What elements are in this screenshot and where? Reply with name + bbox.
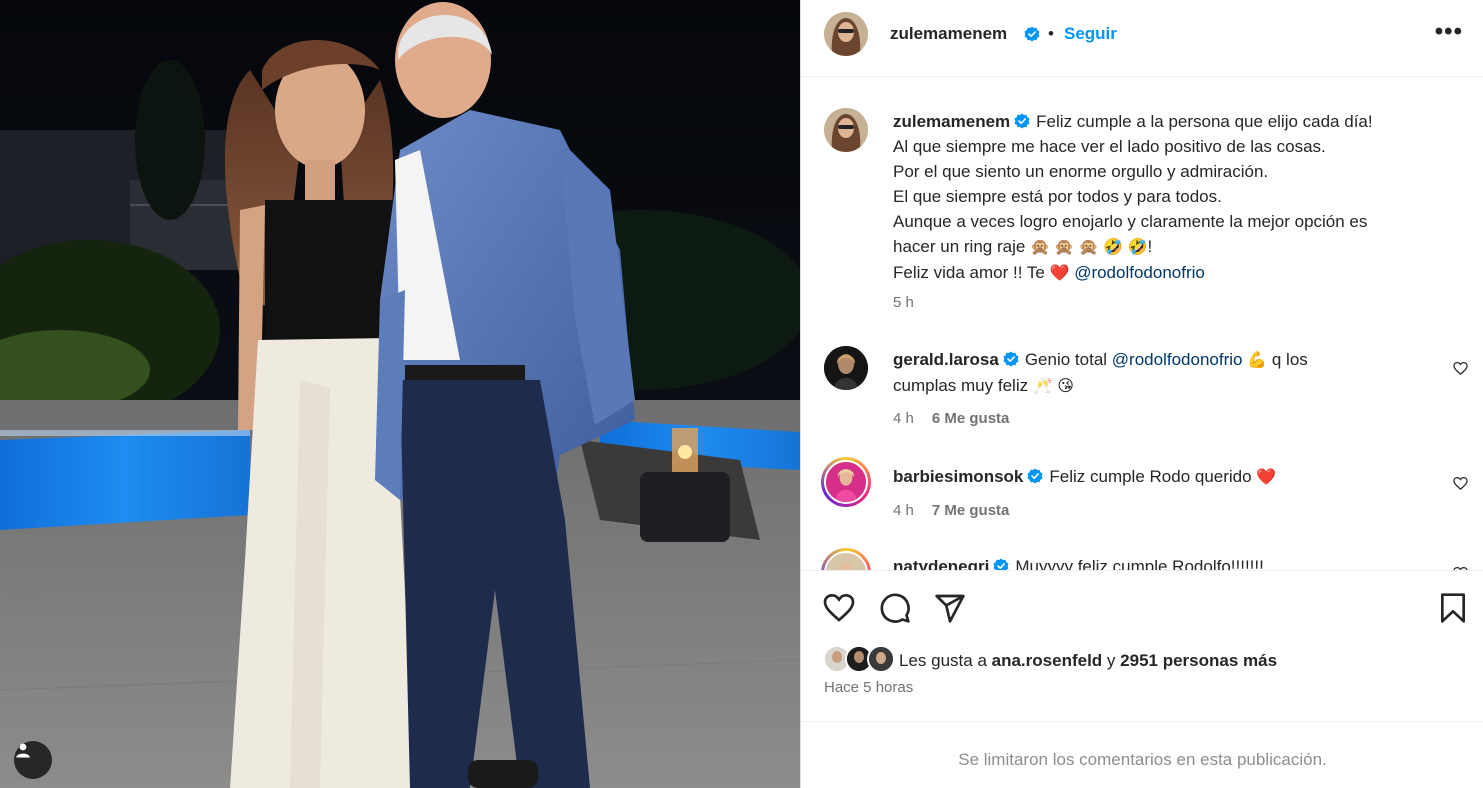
commenter-username[interactable]: gerald.larosa bbox=[893, 350, 999, 369]
post-photo[interactable] bbox=[0, 0, 800, 788]
more-options-button[interactable]: ••• bbox=[1435, 20, 1463, 44]
comment-meta: 4 h 7 Me gusta bbox=[893, 502, 1009, 519]
comment-time: 4 h bbox=[893, 502, 914, 519]
comment-text: natydenegri Muyyyy feliz cumple Rodolfo!!… bbox=[893, 554, 1443, 570]
heart-icon[interactable] bbox=[823, 592, 855, 624]
commenter-avatar[interactable] bbox=[821, 548, 871, 570]
liker-avatars[interactable] bbox=[823, 645, 895, 675]
comment-likes[interactable]: 6 Me gusta bbox=[932, 410, 1010, 427]
post-image bbox=[0, 0, 800, 788]
liker-username[interactable]: ana.rosenfeld bbox=[992, 651, 1103, 670]
share-icon[interactable] bbox=[934, 592, 966, 624]
comment-like-heart-icon[interactable] bbox=[1453, 361, 1468, 376]
caption-line: Feliz vida amor !! Te bbox=[893, 263, 1045, 282]
comment-time: 4 h bbox=[893, 410, 914, 427]
heart-emoji: ❤️ bbox=[1049, 265, 1070, 282]
tagged-users-button[interactable] bbox=[14, 741, 52, 779]
caption-punct: ! bbox=[1147, 237, 1153, 256]
verified-badge-icon bbox=[1024, 26, 1040, 42]
comments-list[interactable]: zulemamenem Feliz cumple a la persona que… bbox=[801, 78, 1483, 570]
caption-text: zulemamenem Feliz cumple a la persona que… bbox=[893, 109, 1443, 286]
verified-badge-icon bbox=[1003, 351, 1019, 367]
caption-line: Aunque a veces logro enojarlo y claramen… bbox=[893, 212, 1368, 231]
commenter-username[interactable]: natydenegri bbox=[893, 557, 989, 570]
commenter-avatar[interactable] bbox=[821, 457, 871, 507]
verified-badge-icon bbox=[1014, 113, 1030, 129]
caption-line: hacer un ring raje bbox=[893, 237, 1026, 256]
comment-likes[interactable]: 7 Me gusta bbox=[932, 502, 1010, 519]
emoji-group: 🙊 🙊 🙊 🤣 🤣 bbox=[1030, 239, 1148, 256]
caption-time: 5 h bbox=[893, 294, 914, 311]
caption-author-avatar[interactable] bbox=[824, 108, 868, 152]
caption-line: Al que siempre me hace ver el lado posit… bbox=[893, 137, 1326, 156]
commenter-username[interactable]: barbiesimonsok bbox=[893, 467, 1023, 486]
comment-text: barbiesimonsok Feliz cumple Rodo querido … bbox=[893, 464, 1443, 490]
verified-badge-icon bbox=[1027, 468, 1043, 484]
caption-author-username[interactable]: zulemamenem bbox=[893, 112, 1010, 131]
caption-line: Por el que siento un enorme orgullo y ad… bbox=[893, 162, 1269, 181]
verified-badge-icon bbox=[993, 558, 1009, 570]
emoji-group: 🥂 😘 bbox=[1032, 378, 1074, 395]
caption-line: El que siempre está por todos y para tod… bbox=[893, 187, 1222, 206]
post-header: zulemamenem • Seguir ••• bbox=[801, 0, 1483, 77]
heart-emoji: ❤️ bbox=[1256, 469, 1277, 486]
comment-icon[interactable] bbox=[879, 592, 911, 624]
separator-dot: • bbox=[1048, 24, 1054, 43]
author-avatar[interactable] bbox=[824, 12, 868, 56]
comment-body: cumplas muy feliz bbox=[893, 376, 1029, 395]
post-actions: Les gusta a ana.rosenfeld y 2951 persona… bbox=[801, 570, 1483, 722]
comment-text: gerald.larosa Genio total @rodolfodonofri… bbox=[893, 347, 1443, 399]
comment-body: Genio total bbox=[1024, 350, 1108, 369]
mention-link[interactable]: @rodolfodonofrio bbox=[1112, 350, 1243, 369]
post-time-ago: Hace 5 horas bbox=[824, 679, 914, 696]
likes-count[interactable]: 2951 personas más bbox=[1120, 651, 1277, 670]
comment-body: q los bbox=[1271, 350, 1308, 369]
comment-like-heart-icon[interactable] bbox=[1453, 476, 1468, 491]
follow-button[interactable]: Seguir bbox=[1064, 24, 1117, 44]
comment-body: Feliz cumple Rodo querido bbox=[1049, 467, 1252, 486]
mention-link[interactable]: @rodolfodonofrio bbox=[1074, 263, 1205, 282]
comment-body: Muyyyy feliz cumple Rodolfo!!!!!!! bbox=[1015, 557, 1264, 570]
author-username[interactable]: zulemamenem bbox=[890, 24, 1007, 44]
post-sidebar: zulemamenem • Seguir ••• zulemamenem Feli… bbox=[800, 0, 1483, 788]
commenter-avatar[interactable] bbox=[824, 346, 868, 390]
likes-conj: y bbox=[1106, 651, 1116, 670]
likes-summary: Les gusta a ana.rosenfeld y 2951 persona… bbox=[899, 651, 1277, 671]
likes-prefix: Les gusta a bbox=[899, 651, 987, 670]
comments-limited-notice: Se limitaron los comentarios en esta pub… bbox=[958, 750, 1327, 769]
user-icon bbox=[16, 743, 30, 758]
bookmark-icon[interactable] bbox=[1437, 592, 1469, 624]
caption-line: Feliz cumple a la persona que elijo cada… bbox=[1036, 112, 1373, 131]
liker-avatar bbox=[867, 645, 895, 673]
comment-meta: 4 h 6 Me gusta bbox=[893, 410, 1009, 427]
flexed-biceps-emoji: 💪 bbox=[1247, 352, 1268, 369]
